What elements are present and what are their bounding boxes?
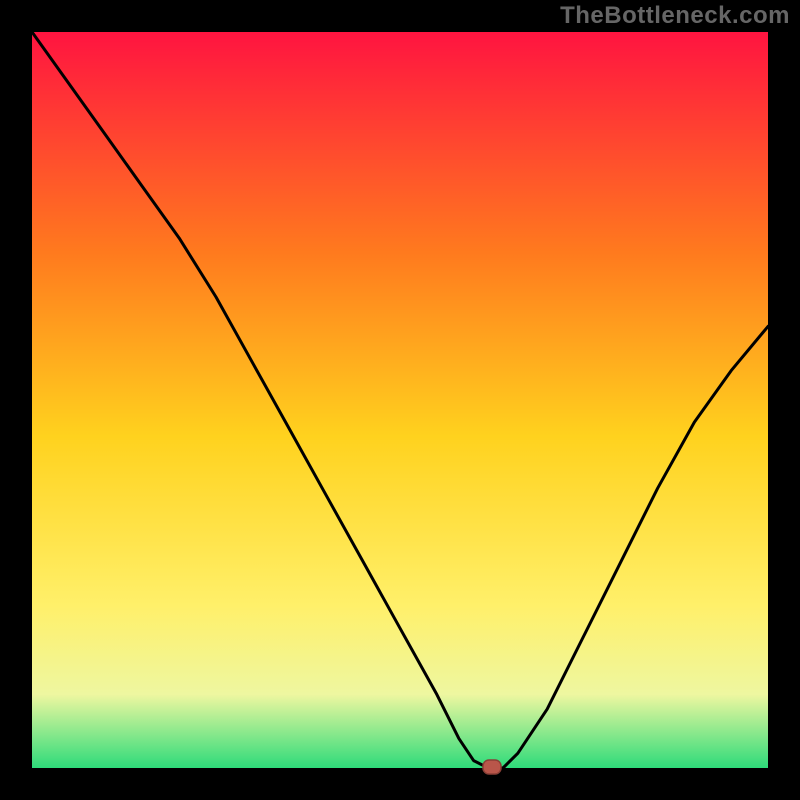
optimum-marker: [483, 760, 501, 774]
watermark-text: TheBottleneck.com: [560, 2, 790, 30]
bottleneck-chart: [0, 0, 800, 800]
plot-background: [32, 32, 768, 768]
chart-frame: { "watermark": "TheBottleneck.com", "col…: [0, 0, 800, 800]
